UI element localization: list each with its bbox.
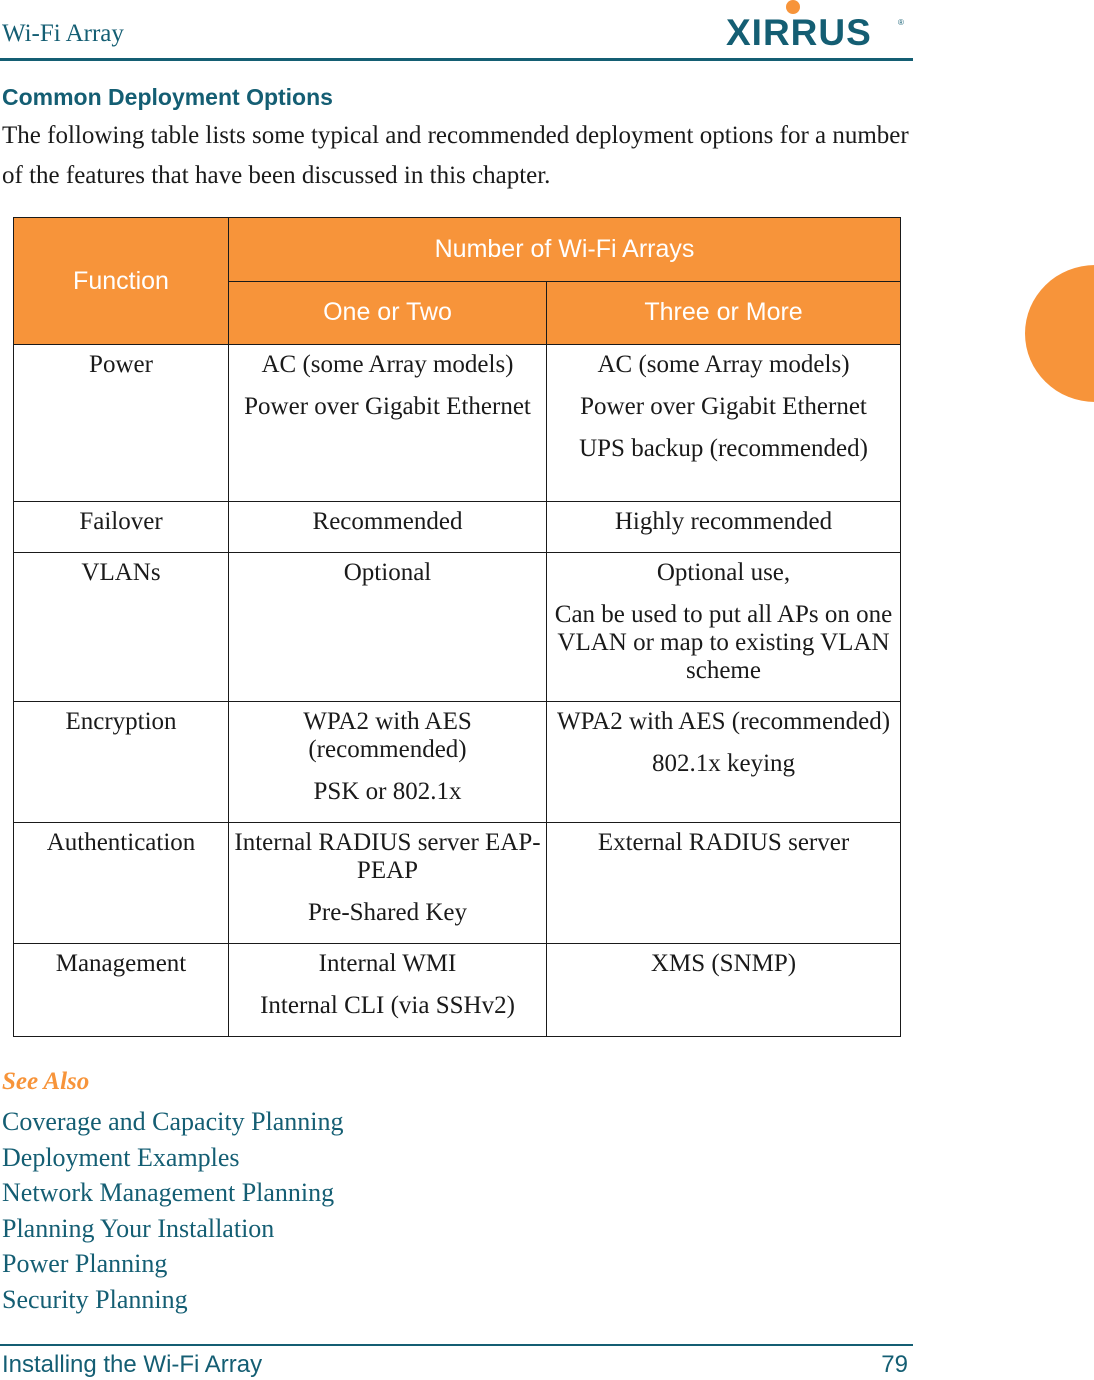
cell-function: Failover	[13, 501, 229, 553]
cell-function: VLANs	[13, 552, 229, 702]
cell-paragraph: Power over Gigabit Ethernet	[244, 393, 531, 420]
table-row: Management Internal WMI Internal CLI (via …	[13, 943, 902, 1037]
section-title: Common Deployment Options	[2, 84, 333, 110]
cell-three-or-more: WPA2 with AES (recommended) 802.1x keying	[545, 701, 902, 823]
document-title: Wi-Fi Array	[2, 20, 124, 47]
cell-paragraph: External RADIUS server	[597, 829, 850, 856]
see-also-link-security-planning[interactable]: Security Planning	[2, 1282, 344, 1318]
chapter-tab-marker	[1025, 265, 1094, 402]
footer-chapter-title: Installing the Wi-Fi Array	[2, 1351, 263, 1378]
intro-paragraph: The following table lists some typical a…	[2, 122, 909, 189]
see-also-link-power-planning[interactable]: Power Planning	[2, 1246, 344, 1282]
cell-one-or-two: Optional	[228, 552, 547, 702]
see-also-link-coverage[interactable]: Coverage and Capacity Planning	[2, 1104, 344, 1140]
cell-paragraph: Pre-Shared Key	[308, 899, 467, 926]
logo-text: XIRRUS	[726, 12, 872, 53]
cell-function: Encryption	[13, 701, 229, 823]
cell-paragraph: Recommended	[312, 508, 463, 535]
cell-paragraph: Optional use,	[656, 559, 791, 586]
header-divider	[0, 58, 913, 61]
table-row: VLANs Optional Optional use, Can be used to…	[13, 552, 902, 702]
page-number: 79	[881, 1351, 908, 1378]
cell-function: Authentication	[13, 822, 229, 944]
cell-three-or-more: XMS (SNMP)	[545, 943, 902, 1037]
see-also-link-deployment-examples[interactable]: Deployment Examples	[2, 1140, 344, 1176]
table-row: Encryption WPA2 with AES (recommended) PSK…	[13, 701, 902, 823]
cell-function: Management	[13, 943, 229, 1037]
cell-paragraph: UPS backup (recommended)	[579, 435, 868, 462]
cell-function: Power	[13, 344, 229, 502]
cell-paragraph: PSK or 802.1x	[313, 778, 462, 805]
see-also-link-network-management[interactable]: Network Management Planning	[2, 1175, 344, 1211]
cell-paragraph: Internal WMI	[318, 950, 457, 977]
see-also-heading: See Also	[2, 1068, 90, 1095]
cell-paragraph: AC (some Array models)	[261, 351, 514, 378]
cell-one-or-two: Internal WMI Internal CLI (via SSHv2)	[228, 943, 547, 1037]
cell-one-or-two: Internal RADIUS server EAP-PEAP Pre-Share…	[228, 822, 547, 944]
cell-paragraph: 802.1x keying	[651, 750, 796, 777]
cell-one-or-two: Recommended	[228, 501, 547, 553]
cell-paragraph: Internal CLI (via SSHv2)	[260, 992, 515, 1019]
cell-paragraph: Highly recommended	[614, 508, 833, 535]
cell-one-or-two: WPA2 with AES (recommended) PSK or 802.1x	[228, 701, 547, 823]
cell-paragraph: XMS (SNMP)	[650, 950, 797, 977]
see-also-link-planning-installation[interactable]: Planning Your Installation	[2, 1211, 344, 1247]
footer-divider	[0, 1344, 913, 1346]
cell-one-or-two: AC (some Array models) Power over Gigabit…	[228, 344, 547, 502]
cell-paragraph: WPA2 with AES (recommended)	[556, 708, 891, 735]
header-three-or-more: Three or More	[545, 280, 902, 345]
header-one-or-two: One or Two	[228, 280, 547, 345]
cell-paragraph: Can be used to put all APs on one VLAN o…	[554, 601, 893, 684]
cell-paragraph: Internal RADIUS server EAP-PEAP	[234, 829, 541, 884]
cell-paragraph: Optional	[343, 559, 432, 586]
cell-three-or-more: Optional use, Can be used to put all APs …	[545, 552, 902, 702]
table-row: Power AC (some Array models) Power over Gi…	[13, 344, 902, 502]
header-number-of-arrays: Number of Wi-Fi Arrays	[227, 217, 902, 282]
cell-paragraph: AC (some Array models)	[597, 351, 850, 378]
see-also-links: Coverage and Capacity Planning Deploymen…	[2, 1104, 344, 1317]
cell-three-or-more: External RADIUS server	[545, 822, 902, 944]
cell-three-or-more: AC (some Array models) Power over Gigabit…	[545, 344, 902, 502]
table-row: Failover Recommended Highly recommended	[13, 501, 902, 553]
cell-three-or-more: Highly recommended	[545, 501, 902, 553]
cell-paragraph: Power over Gigabit Ethernet	[580, 393, 867, 420]
xirrus-logo: XIRRUS ®	[726, 0, 906, 53]
header-function: Function	[13, 217, 229, 345]
deployment-options-table: Function Number of Wi-Fi Arrays One or T…	[13, 217, 902, 1037]
table-row: Authentication Internal RADIUS server EAP…	[13, 822, 902, 944]
cell-paragraph: WPA2 with AES (recommended)	[303, 708, 472, 763]
registered-mark: ®	[898, 18, 904, 27]
